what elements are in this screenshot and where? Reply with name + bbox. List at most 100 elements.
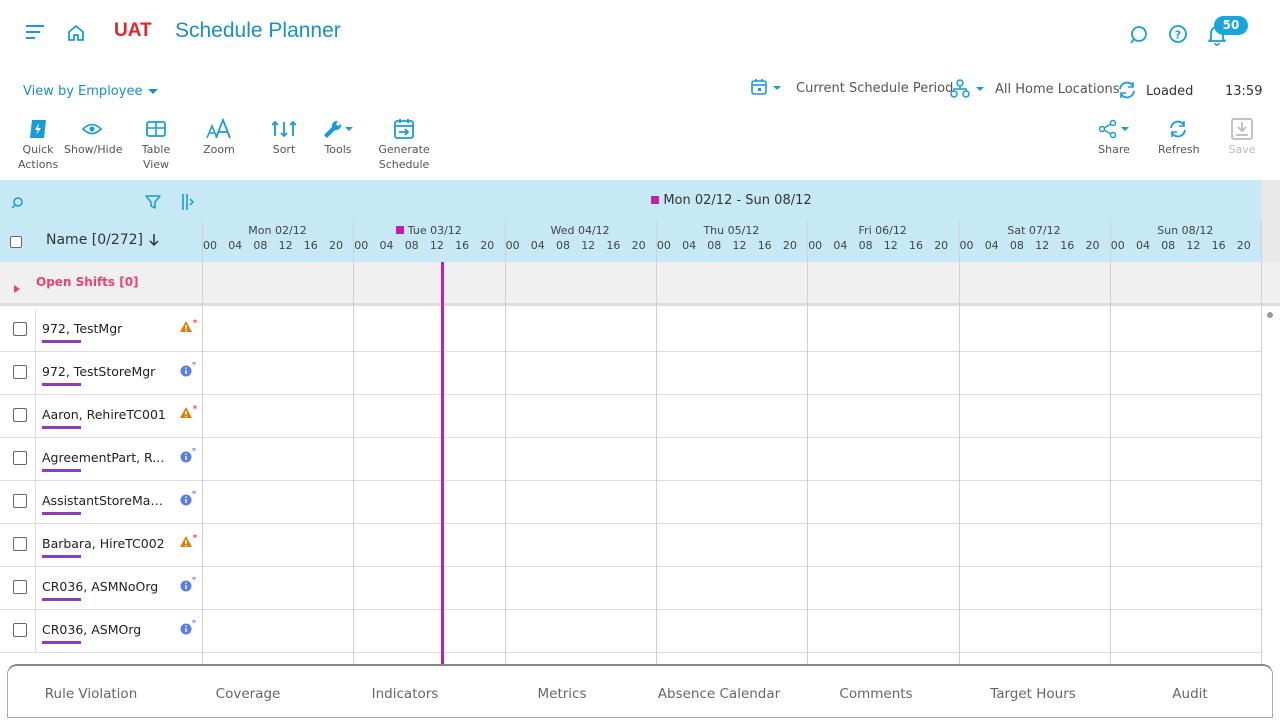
row-checkbox[interactable] bbox=[13, 623, 27, 637]
hour-tick: 08 bbox=[1009, 239, 1024, 252]
day-label: Mon 02/12 bbox=[248, 224, 307, 237]
hour-tick: 16 bbox=[1211, 239, 1226, 252]
generate-schedule-label: Generate Schedule bbox=[378, 143, 430, 171]
table-row[interactable]: AgreementPart, Reg... * bbox=[0, 438, 1261, 481]
tab-comments[interactable]: Comments bbox=[839, 686, 912, 702]
table-row[interactable]: 972, TestMgr * bbox=[0, 309, 1261, 352]
hour-tick: 04 bbox=[1136, 239, 1150, 252]
day-divider bbox=[958, 220, 960, 664]
hour-tick: 12 bbox=[732, 239, 747, 252]
hour-tick: 00 bbox=[505, 239, 520, 252]
row-checkbox[interactable] bbox=[13, 580, 27, 594]
day-label: Tue 03/12 bbox=[407, 224, 462, 237]
table-row[interactable]: Barbara, HireTC002 * bbox=[0, 524, 1261, 567]
employee-name[interactable]: 972, TestStoreMgr bbox=[42, 364, 170, 379]
share-button[interactable]: Share bbox=[1096, 118, 1132, 157]
employee-bar bbox=[42, 598, 81, 601]
info-icon[interactable]: * bbox=[179, 360, 199, 378]
warning-icon[interactable]: * bbox=[179, 404, 199, 421]
home-icon[interactable] bbox=[66, 23, 86, 43]
open-shifts-row[interactable]: Open Shifts [0] bbox=[0, 262, 1280, 306]
table-row[interactable]: CR036, ASMNoOrg * bbox=[0, 567, 1261, 610]
day-divider bbox=[202, 220, 203, 664]
info-icon[interactable]: * bbox=[179, 618, 199, 636]
refresh-button[interactable]: Refresh bbox=[1158, 118, 1200, 157]
info-icon[interactable]: * bbox=[179, 489, 199, 507]
employee-bar bbox=[42, 340, 81, 343]
employee-name[interactable]: CR036, ASMOrg bbox=[42, 622, 170, 637]
eye-icon bbox=[64, 118, 119, 140]
day-divider bbox=[1261, 220, 1263, 664]
view-by-dropdown[interactable]: View by Employee bbox=[23, 84, 159, 99]
filter-icon[interactable] bbox=[145, 194, 161, 214]
show-hide-button[interactable]: Show/Hide bbox=[64, 118, 122, 157]
svg-text:*: * bbox=[193, 534, 198, 544]
tab-coverage[interactable]: Coverage bbox=[216, 686, 281, 702]
select-all-checkbox[interactable] bbox=[10, 236, 22, 248]
warning-icon[interactable]: * bbox=[179, 318, 199, 335]
search-icon[interactable] bbox=[1128, 24, 1150, 46]
lightning-icon bbox=[18, 118, 58, 140]
employee-name[interactable]: Barbara, HireTC002 bbox=[42, 536, 170, 551]
table-view-button[interactable]: Table View bbox=[128, 118, 184, 172]
expand-arrow-icon[interactable] bbox=[13, 279, 21, 298]
info-icon[interactable]: * bbox=[179, 446, 199, 464]
quick-actions-button[interactable]: Quick Actions bbox=[18, 118, 58, 172]
tools-button[interactable]: Tools bbox=[320, 118, 356, 157]
locations-label[interactable]: All Home Locations bbox=[995, 82, 1120, 97]
table-row[interactable]: CR036, ASMOrg * bbox=[0, 610, 1261, 653]
table-row[interactable]: AssistantStoreMana... * bbox=[0, 481, 1261, 524]
hour-tick: 08 bbox=[858, 239, 873, 252]
view-by-label: View by Employee bbox=[23, 84, 143, 99]
quick-actions-label: Quick Actions bbox=[18, 143, 59, 171]
header-corner bbox=[1261, 180, 1280, 262]
name-column-header[interactable]: Name [0/272] bbox=[46, 232, 143, 248]
hour-tick: 04 bbox=[379, 239, 394, 252]
save-button[interactable]: Save bbox=[1226, 118, 1258, 157]
employee-name[interactable]: AgreementPart, Reg... bbox=[42, 450, 170, 465]
locations-dropdown[interactable] bbox=[950, 79, 988, 103]
calendar-dropdown[interactable] bbox=[750, 78, 784, 102]
search-icon[interactable] bbox=[10, 195, 24, 214]
tab-target-hours[interactable]: Target Hours bbox=[990, 686, 1076, 702]
day-header: Wed 04/12 bbox=[505, 224, 656, 237]
column-divider bbox=[35, 438, 36, 481]
hour-tick: 20 bbox=[782, 239, 797, 252]
table-row[interactable]: Aaron, RehireTC001 * bbox=[0, 395, 1261, 438]
tab-absence-calendar[interactable]: Absence Calendar bbox=[658, 686, 780, 702]
tab-audit[interactable]: Audit bbox=[1172, 686, 1207, 702]
sort-button[interactable]: Sort bbox=[268, 118, 300, 157]
employee-name[interactable]: CR036, ASMNoOrg bbox=[42, 579, 170, 594]
hour-tick: 16 bbox=[909, 239, 923, 252]
zoom-button[interactable]: Zoom bbox=[201, 118, 237, 157]
tab-metrics[interactable]: Metrics bbox=[537, 686, 586, 702]
schedule-period-label[interactable]: Current Schedule Period bbox=[796, 81, 953, 96]
help-icon[interactable]: ? bbox=[1168, 24, 1190, 46]
row-checkbox[interactable] bbox=[13, 537, 27, 551]
row-checkbox[interactable] bbox=[13, 451, 27, 465]
table-row[interactable]: 972, TestStoreMgr * bbox=[0, 352, 1261, 395]
sort-down-icon[interactable] bbox=[148, 232, 160, 251]
hour-tick: 16 bbox=[1060, 239, 1075, 252]
warning-icon[interactable]: * bbox=[179, 533, 199, 550]
svg-text:*: * bbox=[192, 620, 197, 629]
hour-tick: 12 bbox=[1186, 239, 1201, 252]
calendar-icon bbox=[751, 79, 781, 95]
menu-icon[interactable] bbox=[26, 24, 46, 40]
employee-name[interactable]: Aaron, RehireTC001 bbox=[42, 407, 170, 422]
row-checkbox[interactable] bbox=[13, 322, 27, 336]
page-title: Schedule Planner bbox=[175, 19, 341, 42]
info-icon[interactable]: * bbox=[179, 575, 199, 593]
employee-name[interactable]: AssistantStoreMana... bbox=[42, 493, 170, 508]
tab-indicators[interactable]: Indicators bbox=[372, 686, 439, 702]
row-checkbox[interactable] bbox=[13, 494, 27, 508]
employee-name[interactable]: 972, TestMgr bbox=[42, 321, 170, 336]
row-checkbox[interactable] bbox=[13, 365, 27, 379]
row-checkbox[interactable] bbox=[13, 408, 27, 422]
week-range-label: Mon 02/12 - Sun 08/12 bbox=[663, 193, 812, 208]
share-icon bbox=[1096, 118, 1132, 140]
generate-schedule-button[interactable]: Generate Schedule bbox=[378, 118, 430, 172]
collapse-panel-icon[interactable] bbox=[181, 193, 195, 215]
tab-rule-violation[interactable]: Rule Violation bbox=[45, 686, 138, 702]
scrollbar-thumb[interactable] bbox=[1267, 312, 1273, 318]
